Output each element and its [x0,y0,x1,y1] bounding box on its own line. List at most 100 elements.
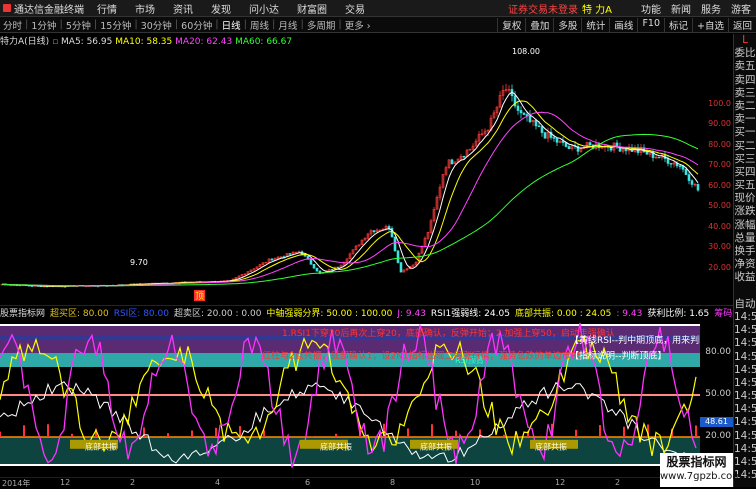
price-tick: 60.00 [708,180,731,190]
side-label[interactable]: 14:50 [734,430,756,443]
menu-news[interactable]: 资讯 [164,1,202,16]
side-label[interactable]: 14:50 [734,403,756,416]
side-label[interactable]: 买三 [734,153,756,166]
indicator-panel[interactable]: 底部共振 底部共振 底部共振 底部共振RSI顶背1.RSI1下穿20后再次上穿20，底… [0,317,700,477]
menu-newsfeed[interactable]: 新闻 [666,1,696,16]
watermark-url: www.7gpzb.com [660,471,742,482]
side-label[interactable]: 自动 [734,298,756,311]
indicator-note-1: 1.RSI1下穿20后再次上穿20，底部确认，反弹开始；2.加强上穿50，启动走… [282,327,615,339]
side-label[interactable]: 卖一 [734,113,756,126]
overlay-button[interactable]: 叠加 [525,17,553,32]
price-tick: 90.00 [708,119,731,129]
side-label[interactable]: 总量 [734,232,756,245]
side-label[interactable]: 14:50 [734,390,756,403]
side-label[interactable]: 14:50 [734,364,756,377]
candle-body [288,253,292,255]
side-label[interactable]: 卖二 [734,100,756,113]
candle-body [588,142,592,146]
side-label[interactable]: L [734,34,756,47]
period-tick[interactable]: 分时 [0,18,25,32]
menu-discover[interactable]: 发现 [202,1,240,16]
side-label[interactable]: 14:50 [734,351,756,364]
period-30min[interactable]: 30分钟 [138,18,175,32]
price-axis: 100.0 90.00 80.00 70.00 60.00 50.00 40.00 30.00… [700,46,733,301]
candle-body [657,156,661,159]
candle-body [450,159,454,165]
candle-body [690,180,694,185]
date-tick: 10 [470,478,481,487]
indicator-box-1: 【黄线RSI--判中期顶底，用来判断个股趋 [570,334,700,346]
candle-body [645,151,649,155]
period-60min[interactable]: 60分钟 [178,18,215,32]
side-label[interactable]: 卖三 [734,87,756,100]
side-label[interactable]: 卖四 [734,74,756,87]
menu-quotes[interactable]: 行情 [88,1,126,16]
side-label[interactable]: 涨跌 [734,205,756,218]
side-label[interactable]: 买一 [734,126,756,139]
period-weekly[interactable]: 周线 [247,18,272,32]
period-monthly[interactable]: 月线 [275,18,300,32]
side-label[interactable]: 14:50 [734,311,756,324]
side-label[interactable]: 收益 [734,271,756,284]
candle-body [669,163,673,165]
period-1min[interactable]: 1分钟 [28,18,59,32]
mark-button[interactable]: 标记 [664,17,692,32]
side-label[interactable]: 14:50 [734,377,756,390]
side-label[interactable]: 买五 [734,179,756,192]
side-label[interactable]: 涨幅 [734,219,756,232]
candle-body [624,148,628,152]
candle-body [315,267,319,272]
side-label[interactable]: 14:50 [734,456,756,469]
ma-info-bar: 特力A(日线) ▫ MA5: 56.95 MA10: 58.35 MA20: 6… [0,37,293,47]
menu-service[interactable]: 服务 [696,1,726,16]
watermark: 股票指标网 www.7gpzb.com [660,453,742,487]
side-label[interactable] [734,285,756,298]
menu-wealth[interactable]: 财富圈 [288,1,336,16]
period-15min[interactable]: 15分钟 [97,18,134,32]
date-tick: 12 [60,478,71,487]
adjust-button[interactable]: 复权 [497,17,525,32]
side-label[interactable]: 委比 [734,47,756,60]
back-button[interactable]: 返回 [727,17,756,32]
period-daily[interactable]: 日线 [219,18,244,32]
candle-body [543,132,547,139]
menu-function[interactable]: 功能 [636,1,666,16]
draw-line-button[interactable]: 画线 [609,17,637,32]
add-watchlist-button[interactable]: +自选 [692,17,728,32]
quote-side-panel: L 委比 卖五 卖四 卖三 卖二 卖一 买一 买二 买三 买四 买五 现价 涨跌 涨幅 总量 换手 净资 收益 自动 1… [733,34,756,487]
indicator-tick: 80.00 [705,347,731,357]
period-multi[interactable]: 多周期 [304,18,339,32]
side-label[interactable]: 卖五 [734,60,756,73]
multi-stock-button[interactable]: 多股 [553,17,581,32]
side-label[interactable]: 14:50 [734,337,756,350]
side-label[interactable]: 买四 [734,166,756,179]
watermark-title: 股票指标网 [666,455,727,469]
stats-button[interactable]: 统计 [581,17,609,32]
side-label[interactable]: 现价 [734,192,756,205]
side-label[interactable]: 净资 [734,258,756,271]
f10-button[interactable]: F10 [637,17,664,32]
price-tick: 20.00 [708,262,731,272]
login-warning[interactable]: 证券交易未登录 [508,1,582,16]
side-label[interactable]: 14:50 [734,324,756,337]
period-more[interactable]: 更多 › [342,18,374,32]
menu-assistant[interactable]: 问小达 [240,1,288,16]
candle-body [270,258,274,261]
side-label[interactable]: 14:50 [734,443,756,456]
side-label[interactable]: 买二 [734,140,756,153]
candle-body [396,250,400,263]
side-label[interactable]: 换手 [734,245,756,258]
candle-body [678,165,682,167]
candle-body [462,155,466,158]
indicator-tick: 50.00 [705,389,731,399]
candle-body [522,112,526,115]
date-tick: 12 [555,478,566,487]
side-label[interactable]: 14:50 [734,416,756,429]
menu-market[interactable]: 市场 [126,1,164,16]
menu-guest[interactable]: 游客 [726,1,756,16]
candlestick-chart[interactable]: 108.00 9.70 顶 [0,46,700,301]
period-5min[interactable]: 5分钟 [63,18,94,32]
bottom-resonance-label: 底部共振 [85,442,117,452]
period-toolbar: 分时 | 1分钟 | 5分钟 | 15分钟 | 30分钟 | 60分钟 | 日线 | 周线 | … [0,17,756,33]
menu-trade[interactable]: 交易 [336,1,374,16]
